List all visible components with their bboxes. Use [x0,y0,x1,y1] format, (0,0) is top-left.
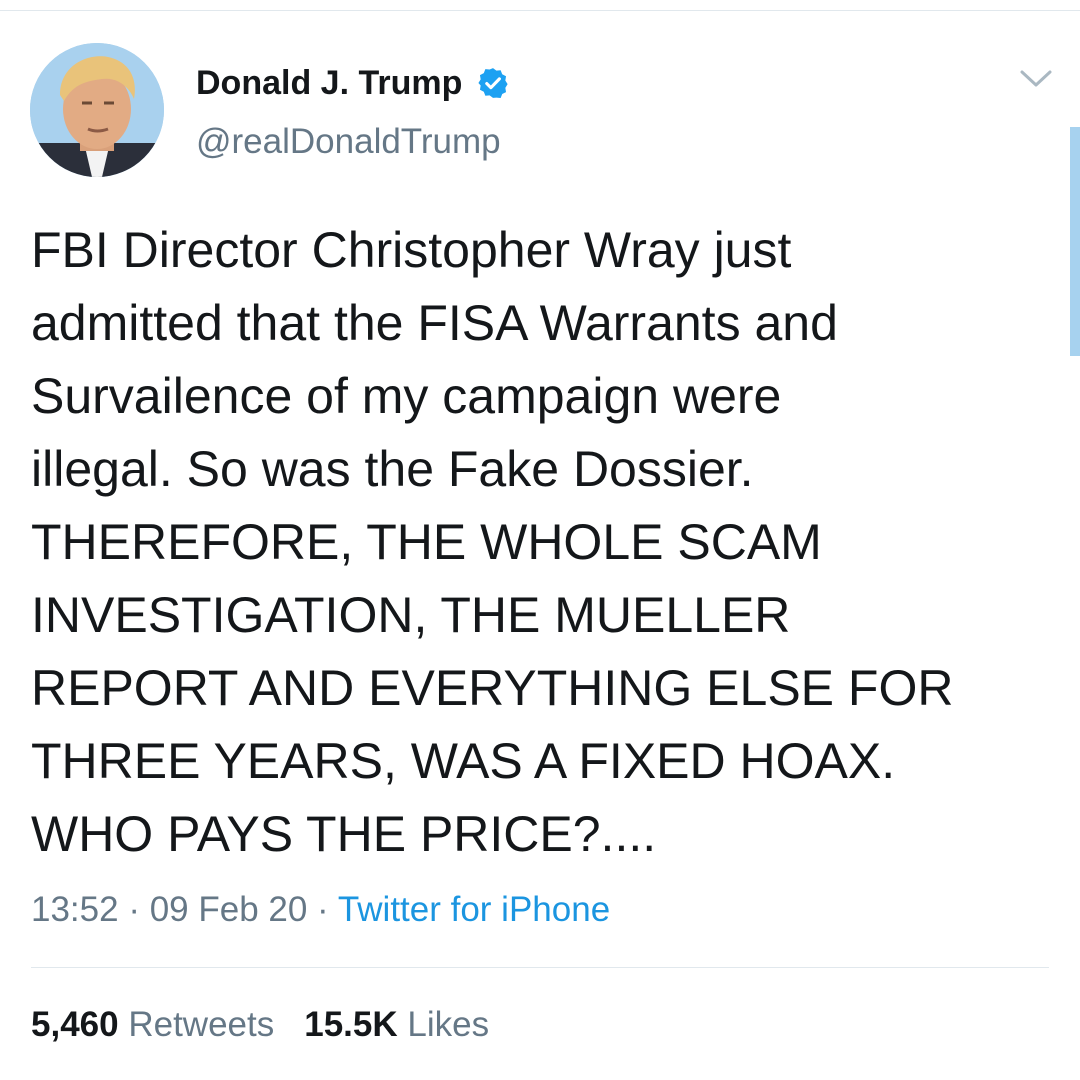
tweet-meta: 13:52 · 09 Feb 20 · Twitter for iPhone [31,890,610,930]
display-name[interactable]: Donald J. Trump [196,64,462,103]
avatar-image [30,43,164,177]
tweet-source-link[interactable]: Twitter for iPhone [338,890,610,929]
avatar[interactable] [30,43,164,177]
author-name-row[interactable]: Donald J. Trump [196,58,510,108]
tweet-time[interactable]: 13:52 [31,890,119,929]
likes-label: Likes [407,1005,490,1044]
tweet-date[interactable]: 09 Feb 20 [150,890,308,929]
tweet-stats: 5,460 Retweets 15.5K Likes [31,1005,489,1045]
stats-divider [31,967,1049,968]
tweet-text: FBI Director Christopher Wray just admit… [31,214,1041,871]
top-divider [0,10,1080,11]
meta-separator: · [118,890,150,929]
tweet-line: THEREFORE, THE WHOLE SCAM [31,514,822,570]
retweets-stat[interactable]: 5,460 Retweets [31,1005,274,1044]
tweet-line: INVESTIGATION, THE MUELLER [31,587,791,643]
tweet-line: WHO PAYS THE PRICE?.... [31,806,657,862]
chevron-down-icon[interactable] [1018,64,1054,94]
tweet-line: admitted that the FISA Warrants and [31,295,838,351]
likes-count: 15.5K [304,1005,398,1044]
tweet-line: Survailence of my campaign were [31,368,782,424]
tweet-line: THREE YEARS, WAS A FIXED HOAX. [31,733,896,789]
retweets-count: 5,460 [31,1005,119,1044]
tweet-line: FBI Director Christopher Wray just [31,222,792,278]
meta-separator: · [307,890,338,929]
verified-badge-icon [476,66,510,100]
tweet-line: REPORT AND EVERYTHING ELSE FOR [31,660,954,716]
likes-stat[interactable]: 15.5K Likes [304,1005,489,1044]
retweets-label: Retweets [128,1005,275,1044]
author-handle[interactable]: @realDonaldTrump [196,122,501,162]
scrollbar[interactable] [1070,127,1080,356]
tweet-line: illegal. So was the Fake Dossier. [31,441,754,497]
